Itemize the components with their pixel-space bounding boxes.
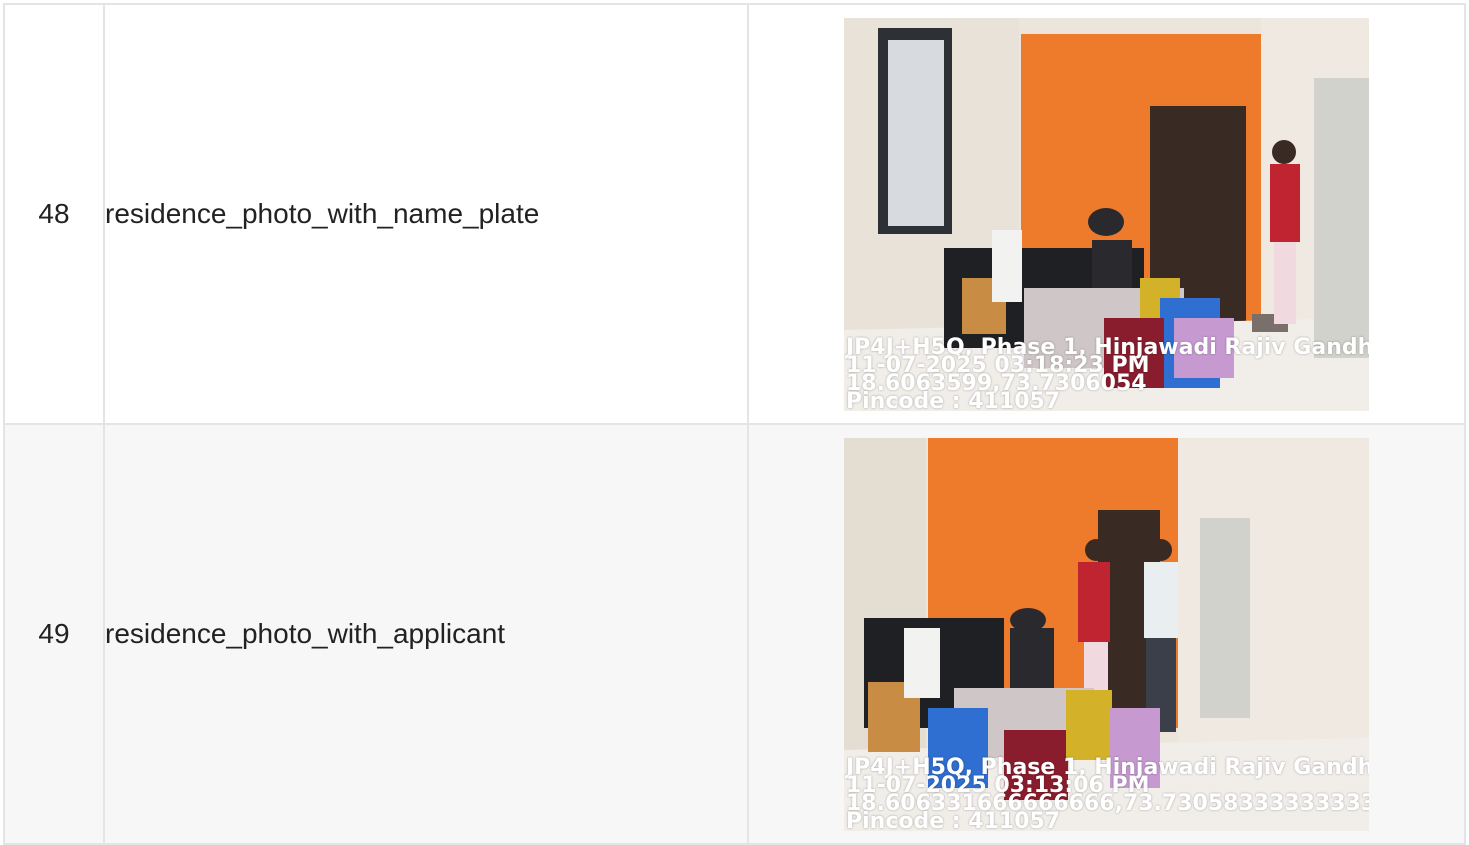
- document-table: 48 residence_photo_with_name_plate JP4J+…: [3, 3, 1466, 845]
- table-row: 48 residence_photo_with_name_plate JP4J+…: [3, 3, 1466, 425]
- residence-photo: JP4J+H5Q, Phase 1, Hinjawadi Rajiv Gandh…: [844, 437, 1369, 831]
- residence-photo: JP4J+H5Q, Phase 1, Hinjawadi Rajiv Gandh…: [844, 17, 1369, 411]
- table-row: 49 residence_photo_with_applicant JP4J+H…: [3, 423, 1466, 845]
- photo-geotag-overlay: JP4J+H5Q, Phase 1, Hinjawadi Rajiv Gandh…: [846, 756, 1369, 831]
- photo-cell: JP4J+H5Q, Phase 1, Hinjawadi Rajiv Gandh…: [747, 423, 1466, 845]
- photo-cell: JP4J+H5Q, Phase 1, Hinjawadi Rajiv Gandh…: [747, 3, 1466, 425]
- photo-geotag-overlay: JP4J+H5Q, Phase 1, Hinjawadi Rajiv Gandh…: [846, 336, 1369, 411]
- row-label: residence_photo_with_applicant: [103, 423, 749, 845]
- row-number: 48: [3, 3, 105, 425]
- row-number: 49: [3, 423, 105, 845]
- row-label: residence_photo_with_name_plate: [103, 3, 749, 425]
